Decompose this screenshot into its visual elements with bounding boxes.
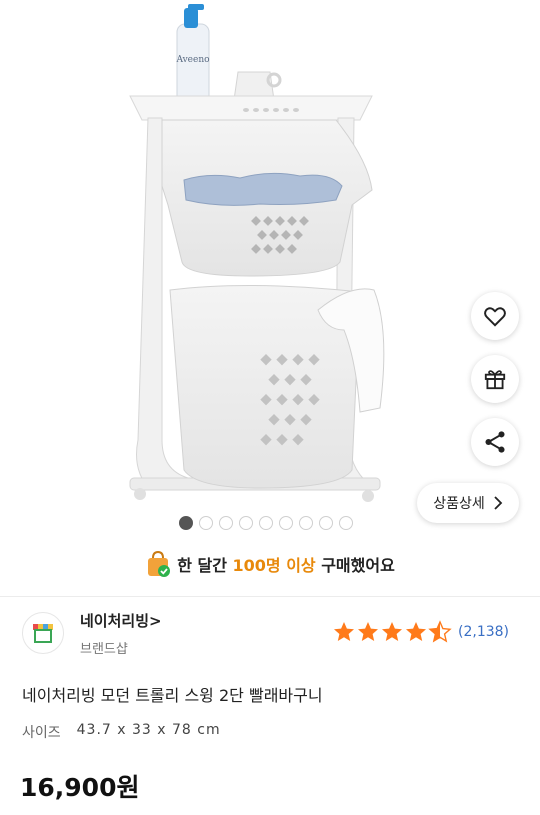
star-full-icon: [382, 622, 402, 641]
star-full-icon: [358, 622, 378, 641]
brand-name-link[interactable]: 네이처리빙>: [80, 610, 162, 631]
carousel-dot[interactable]: [219, 516, 233, 530]
carousel-dot[interactable]: [319, 516, 333, 530]
laundry-trolley-illustration: Aveeno: [129, 4, 385, 502]
rating[interactable]: (2,138): [332, 620, 509, 644]
product-detail-button[interactable]: 상품상세: [417, 483, 519, 523]
bottle-label: Aveeno: [175, 55, 209, 65]
product-price: 16,900원: [20, 773, 140, 802]
product-detail-label: 상품상세: [433, 496, 485, 512]
product-size: 사이즈 43.7 x 33 x 78 cm: [22, 722, 221, 742]
star-full-icon: [406, 622, 426, 641]
carousel-dot[interactable]: [239, 516, 253, 530]
divider: [0, 596, 540, 597]
carousel-dot[interactable]: [199, 516, 213, 530]
brand-arrow: >: [149, 612, 162, 630]
size-label: 사이즈: [22, 725, 61, 741]
gift-icon: [484, 370, 506, 390]
banner-suffix: 구매했어요: [315, 556, 395, 575]
carousel-dot[interactable]: [179, 516, 193, 530]
wishlist-button[interactable]: [471, 292, 519, 340]
banner-prefix: 한 달간: [177, 556, 233, 575]
carousel-indicator: [179, 516, 353, 530]
carousel-dot[interactable]: [259, 516, 273, 530]
share-icon: [485, 431, 505, 453]
product-image[interactable]: Aveeno: [0, 0, 540, 530]
product-title: 네이처리빙 모던 트롤리 스윙 2단 빨래바구니: [22, 686, 323, 705]
heart-icon: [484, 307, 506, 327]
carousel-dot[interactable]: [299, 516, 313, 530]
brand-logo[interactable]: [22, 612, 64, 654]
carousel-dot[interactable]: [279, 516, 293, 530]
purchase-count-banner: 한 달간 100명 이상 구매했어요: [0, 544, 540, 584]
brand-name: 네이처리빙: [80, 612, 150, 630]
carousel-dot[interactable]: [339, 516, 353, 530]
star-half-icon: [428, 620, 452, 643]
star-full-icon: [334, 622, 354, 641]
shopping-bag-icon: [148, 550, 171, 577]
review-count: (2,138): [458, 624, 510, 640]
gift-button[interactable]: [471, 355, 519, 403]
size-value: 43.7 x 33 x 78 cm: [76, 722, 221, 738]
chevron-right-icon: [494, 496, 503, 510]
banner-highlight: 100명 이상: [232, 556, 316, 575]
store-icon: [33, 624, 53, 643]
share-button[interactable]: [471, 418, 519, 466]
brand-subtitle: 브랜드샵: [80, 642, 128, 657]
